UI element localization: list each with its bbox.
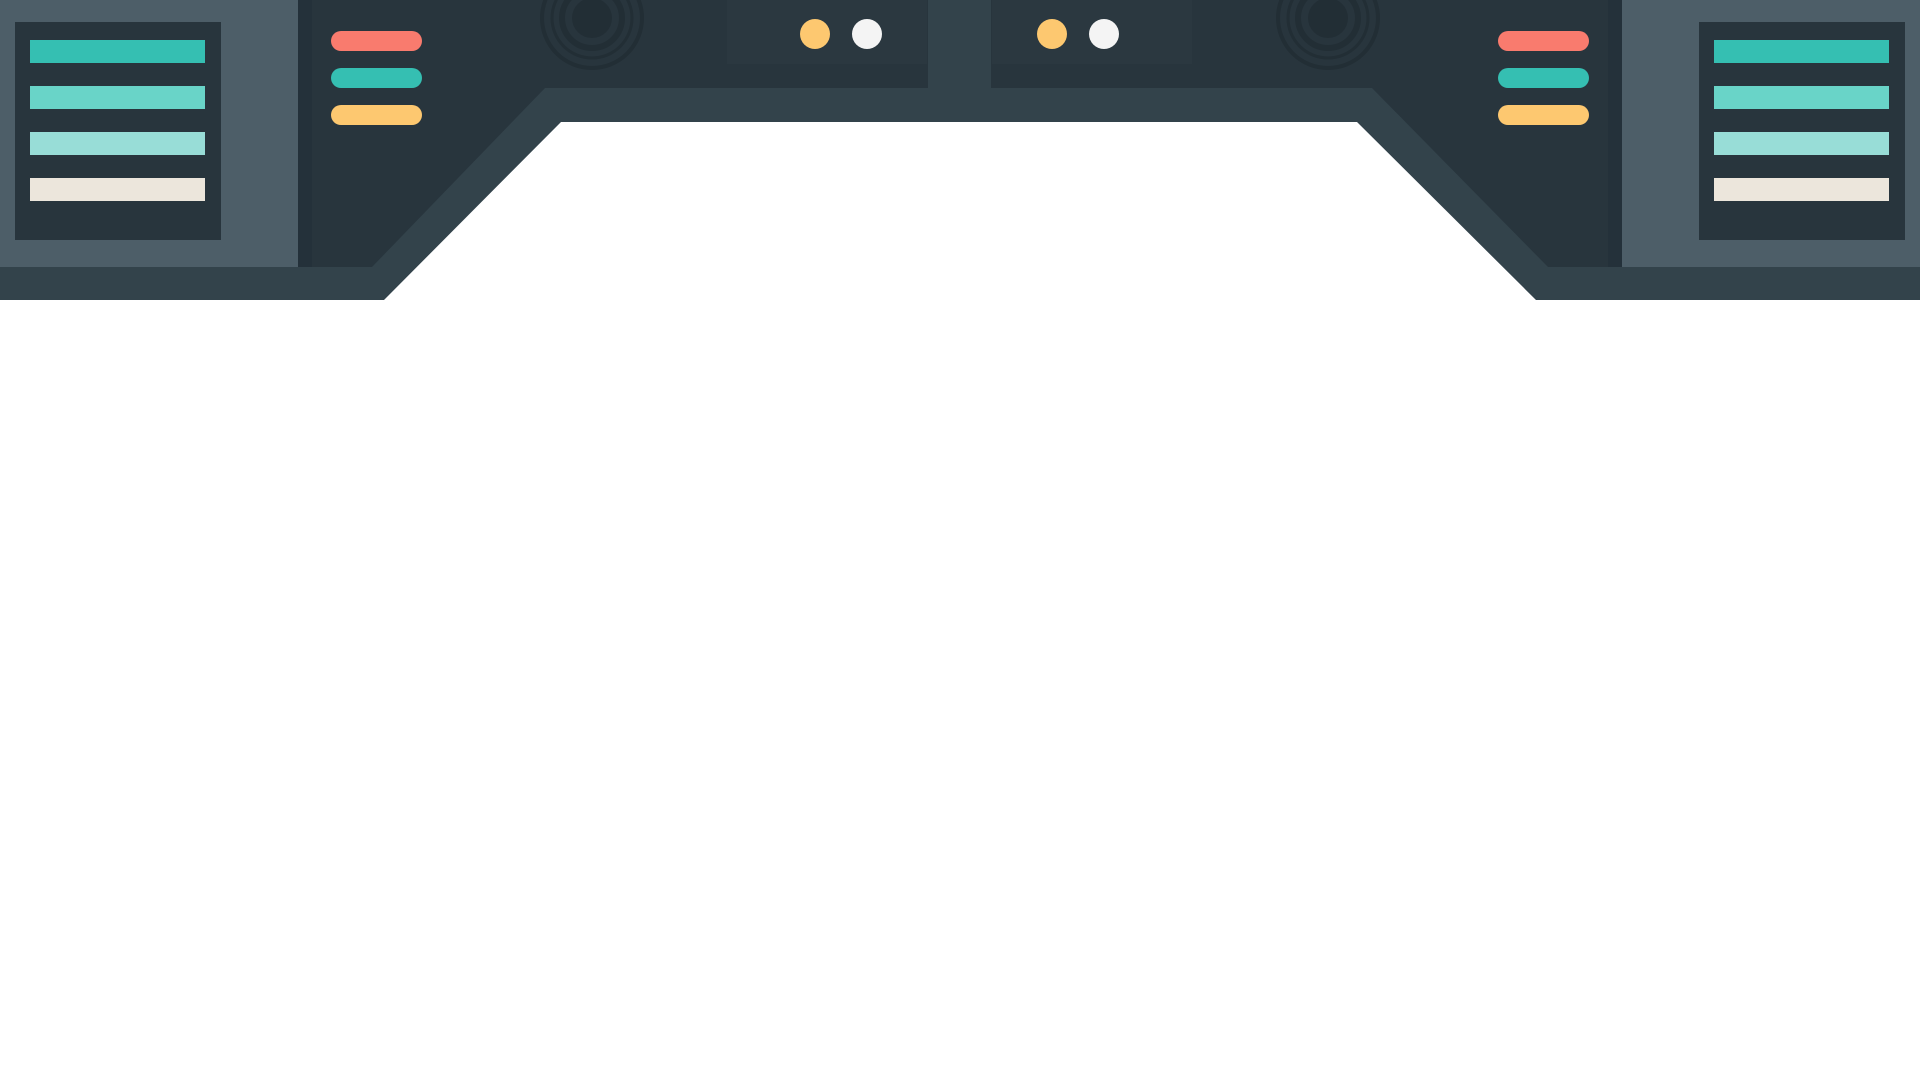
slot-bar-icon — [1714, 178, 1889, 201]
indicator-light-icon — [852, 19, 882, 49]
right-status-pills — [1498, 31, 1589, 125]
status-pill-icon — [331, 68, 422, 88]
left-body-edge — [298, 0, 312, 267]
left-status-pills — [331, 31, 422, 125]
console-frame — [0, 0, 1920, 300]
spaceship-console-scene — [0, 0, 1920, 1080]
right-body-edge — [1608, 0, 1622, 267]
indicator-light-icon — [800, 19, 830, 49]
slot-bar-icon — [30, 178, 205, 201]
center-divider — [928, 0, 991, 90]
slot-bar-icon — [30, 86, 205, 109]
slot-bar-icon — [1714, 40, 1889, 63]
status-pill-icon — [1498, 68, 1589, 88]
slot-bar-icon — [30, 132, 205, 155]
status-pill-icon — [331, 31, 422, 51]
slot-bar-icon — [1714, 132, 1889, 155]
indicator-light-icon — [1037, 19, 1067, 49]
indicator-light-icon — [1089, 19, 1119, 49]
slot-bar-icon — [1714, 86, 1889, 109]
status-pill-icon — [1498, 31, 1589, 51]
slot-bar-icon — [30, 40, 205, 63]
status-pill-icon — [331, 105, 422, 125]
status-pill-icon — [1498, 105, 1589, 125]
